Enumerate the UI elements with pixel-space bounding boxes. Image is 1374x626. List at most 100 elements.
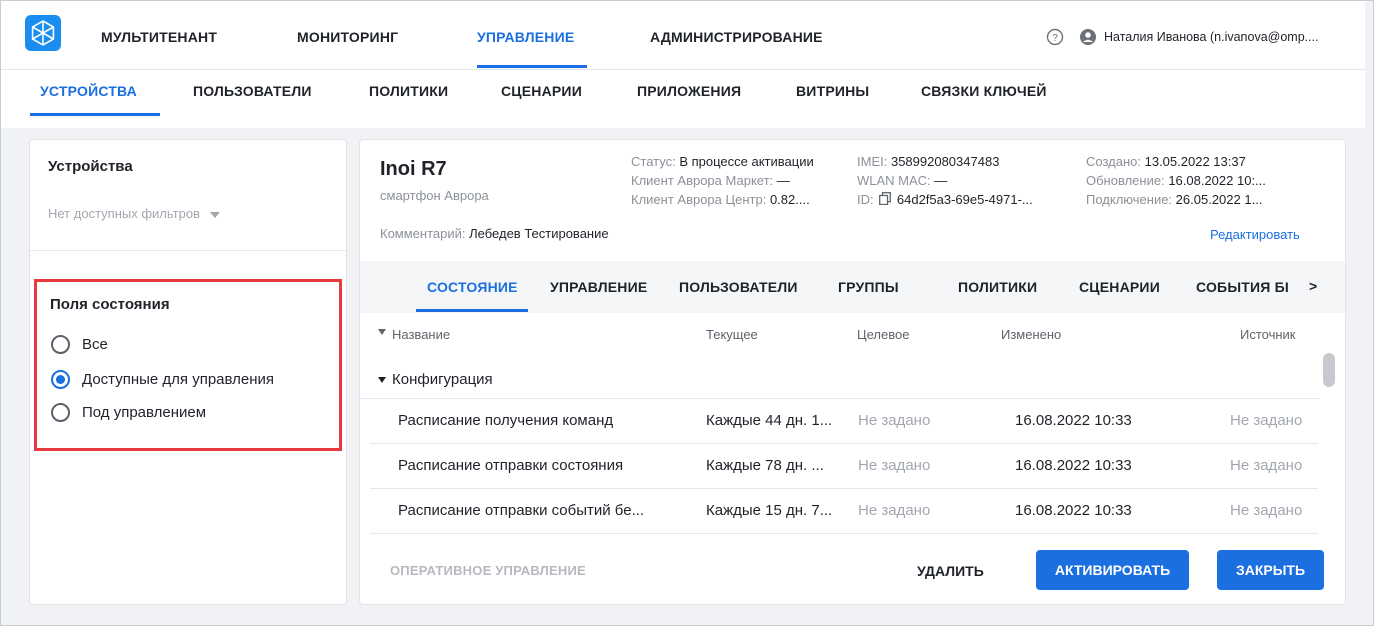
- group-label: Конфигурация: [392, 371, 493, 388]
- device-connected: Подключение: 26.05.2022 1...: [1086, 192, 1262, 207]
- radio-managed[interactable]: Под управлением: [51, 401, 206, 423]
- subnav-active-indicator: [30, 113, 160, 116]
- radio-available[interactable]: Доступные для управления: [51, 368, 274, 390]
- app-logo-icon[interactable]: [25, 15, 61, 51]
- caret-down-icon[interactable]: [378, 329, 386, 335]
- tab-events[interactable]: СОБЫТИЯ БІ: [1196, 279, 1289, 295]
- dropdown-arrow-icon: [209, 211, 220, 218]
- filter-dropdown-label: Нет доступных фильтров: [48, 206, 200, 221]
- chevron-right-icon[interactable]: >: [1309, 278, 1317, 294]
- id-label: ID:: [857, 192, 874, 207]
- user-name[interactable]: Наталия Иванова (n.ivanova@omp....: [1104, 30, 1319, 44]
- delete-button[interactable]: УДАЛИТЬ: [917, 563, 984, 579]
- device-comment: Комментарий: Лебедев Тестирование: [380, 226, 609, 241]
- tab-groups[interactable]: ГРУППЫ: [838, 279, 899, 295]
- subnav-scenarios[interactable]: СЦЕНАРИИ: [501, 83, 582, 99]
- comment-value: Лебедев Тестирование: [469, 226, 609, 241]
- cell-current: Каждые 78 дн. ...: [706, 457, 824, 474]
- radio-button[interactable]: [51, 402, 70, 422]
- subnav-applications[interactable]: ПРИЛОЖЕНИЯ: [637, 83, 741, 99]
- help-icon[interactable]: ?: [1046, 28, 1064, 46]
- copy-icon[interactable]: [879, 192, 892, 206]
- radio-label: Все: [82, 335, 108, 353]
- client-center-label: Клиент Аврора Центр:: [631, 192, 767, 207]
- topnav-administration[interactable]: АДМИНИСТРИРОВАНИЕ: [650, 29, 823, 45]
- status-label: Статус:: [631, 154, 676, 169]
- user-icon[interactable]: [1079, 28, 1097, 46]
- table-header: Название Текущее Целевое Изменено Источн…: [360, 313, 1345, 353]
- device-created: Создано: 13.05.2022 13:37: [1086, 154, 1246, 169]
- client-market-value: —: [776, 173, 790, 188]
- table-row[interactable]: Расписание получения команд Каждые 44 дн…: [370, 400, 1318, 444]
- caret-down-icon[interactable]: [378, 377, 386, 383]
- table-row[interactable]: Расписание отправки состояния Каждые 78 …: [370, 445, 1318, 489]
- updated-label: Обновление:: [1086, 173, 1165, 188]
- topnav-monitoring[interactable]: МОНИТОРИНГ: [297, 29, 398, 45]
- subnav-users[interactable]: ПОЛЬЗОВАТЕЛИ: [193, 83, 312, 99]
- subnav-policies[interactable]: ПОЛИТИКИ: [369, 83, 448, 99]
- column-header-current[interactable]: Текущее: [706, 327, 758, 342]
- top-bar: МУЛЬТИТЕНАНТ МОНИТОРИНГ УПРАВЛЕНИЕ АДМИН…: [1, 1, 1365, 69]
- column-header-changed[interactable]: Изменено: [1001, 327, 1061, 342]
- connected-label: Подключение:: [1086, 192, 1173, 207]
- device-name: Inoi R7: [380, 158, 447, 180]
- cell-current: Каждые 15 дн. 7...: [706, 502, 833, 519]
- cell-changed: 16.08.2022 10:33: [1015, 412, 1132, 429]
- cell-target: Не задано: [858, 412, 931, 429]
- state-fields-group: Поля состояния Все Доступные для управле…: [34, 279, 342, 451]
- device-wlan: WLAN MAC: —: [857, 173, 947, 188]
- radio-label: Доступные для управления: [82, 370, 275, 388]
- cell-name: Расписание получения команд: [398, 412, 614, 429]
- table-scrollbar[interactable]: [1323, 353, 1335, 528]
- close-button[interactable]: ЗАКРЫТЬ: [1217, 550, 1324, 590]
- topnav-multitenant[interactable]: МУЛЬТИТЕНАНТ: [101, 29, 217, 45]
- cell-source: Не задано: [1230, 457, 1303, 474]
- group-row[interactable]: Конфигурация: [360, 361, 1320, 399]
- action-footer: ОПЕРАТИВНОЕ УПРАВЛЕНИЕ УДАЛИТЬ АКТИВИРОВ…: [360, 540, 1345, 604]
- tab-management[interactable]: УПРАВЛЕНИЕ: [550, 279, 647, 295]
- cell-changed: 16.08.2022 10:33: [1015, 457, 1132, 474]
- radio-all[interactable]: Все: [51, 333, 108, 355]
- tab-scenarios[interactable]: СЦЕНАРИИ: [1079, 279, 1160, 295]
- cell-name: Расписание отправки событий бе...: [398, 502, 645, 519]
- connected-value: 26.05.2022 1...: [1175, 192, 1263, 207]
- svg-text:?: ?: [1052, 33, 1058, 44]
- cell-source: Не задано: [1230, 502, 1303, 519]
- edit-link[interactable]: Редактировать: [1210, 227, 1300, 242]
- filter-panel: Устройства Нет доступных фильтров Поля с…: [29, 139, 347, 605]
- wlan-value: —: [934, 173, 948, 188]
- activate-button[interactable]: АКТИВИРОВАТЬ: [1036, 550, 1189, 590]
- client-center: Клиент Аврора Центр: 0.82....: [631, 192, 810, 207]
- radio-button[interactable]: [51, 334, 70, 354]
- filter-dropdown[interactable]: Нет доступных фильтров: [48, 206, 220, 221]
- cell-current: Каждые 44 дн. 1...: [706, 412, 833, 429]
- imei-value: 358992080347483: [890, 154, 1000, 169]
- device-updated: Обновление: 16.08.2022 10:...: [1086, 173, 1266, 188]
- client-market: Клиент Аврора Маркет: —: [631, 173, 790, 188]
- column-header-target[interactable]: Целевое: [857, 327, 909, 342]
- operative-control-button[interactable]: ОПЕРАТИВНОЕ УПРАВЛЕНИЕ: [390, 563, 586, 578]
- table-row[interactable]: Расписание отправки событий бе... Каждые…: [370, 490, 1318, 534]
- topnav-management[interactable]: УПРАВЛЕНИЕ: [477, 29, 574, 45]
- filter-panel-divider: [30, 250, 346, 251]
- tab-state[interactable]: СОСТОЯНИЕ: [427, 279, 518, 295]
- tab-users[interactable]: ПОЛЬЗОВАТЕЛИ: [679, 279, 798, 295]
- cell-source: Не задано: [1230, 412, 1303, 429]
- status-value: В процессе активации: [679, 154, 814, 169]
- subnav-devices[interactable]: УСТРОЙСТВА: [40, 83, 137, 99]
- scrollbar-thumb[interactable]: [1323, 353, 1335, 387]
- column-header-source[interactable]: Источник: [1240, 327, 1296, 342]
- subnav-showcases[interactable]: ВИТРИНЫ: [796, 83, 869, 99]
- device-tabs: СОСТОЯНИЕ УПРАВЛЕНИЕ ПОЛЬЗОВАТЕЛИ ГРУППЫ…: [360, 261, 1345, 313]
- client-market-label: Клиент Аврора Маркет:: [631, 173, 774, 188]
- radio-button-selected[interactable]: [51, 369, 70, 389]
- tab-policies[interactable]: ПОЛИТИКИ: [958, 279, 1037, 295]
- device-type: смартфон Аврора: [380, 188, 489, 203]
- device-id: ID: 64d2f5a3-69e5-4971-...: [857, 192, 1033, 207]
- topnav-active-indicator: [477, 65, 587, 68]
- sub-nav-bar: УСТРОЙСТВА ПОЛЬЗОВАТЕЛИ ПОЛИТИКИ СЦЕНАРИ…: [1, 70, 1365, 128]
- device-details-panel: Inoi R7 смартфон Аврора Комментарий: Леб…: [359, 139, 1346, 605]
- subnav-keychains[interactable]: СВЯЗКИ КЛЮЧЕЙ: [921, 83, 1047, 99]
- created-value: 13.05.2022 13:37: [1144, 154, 1246, 169]
- column-header-name[interactable]: Название: [392, 327, 450, 342]
